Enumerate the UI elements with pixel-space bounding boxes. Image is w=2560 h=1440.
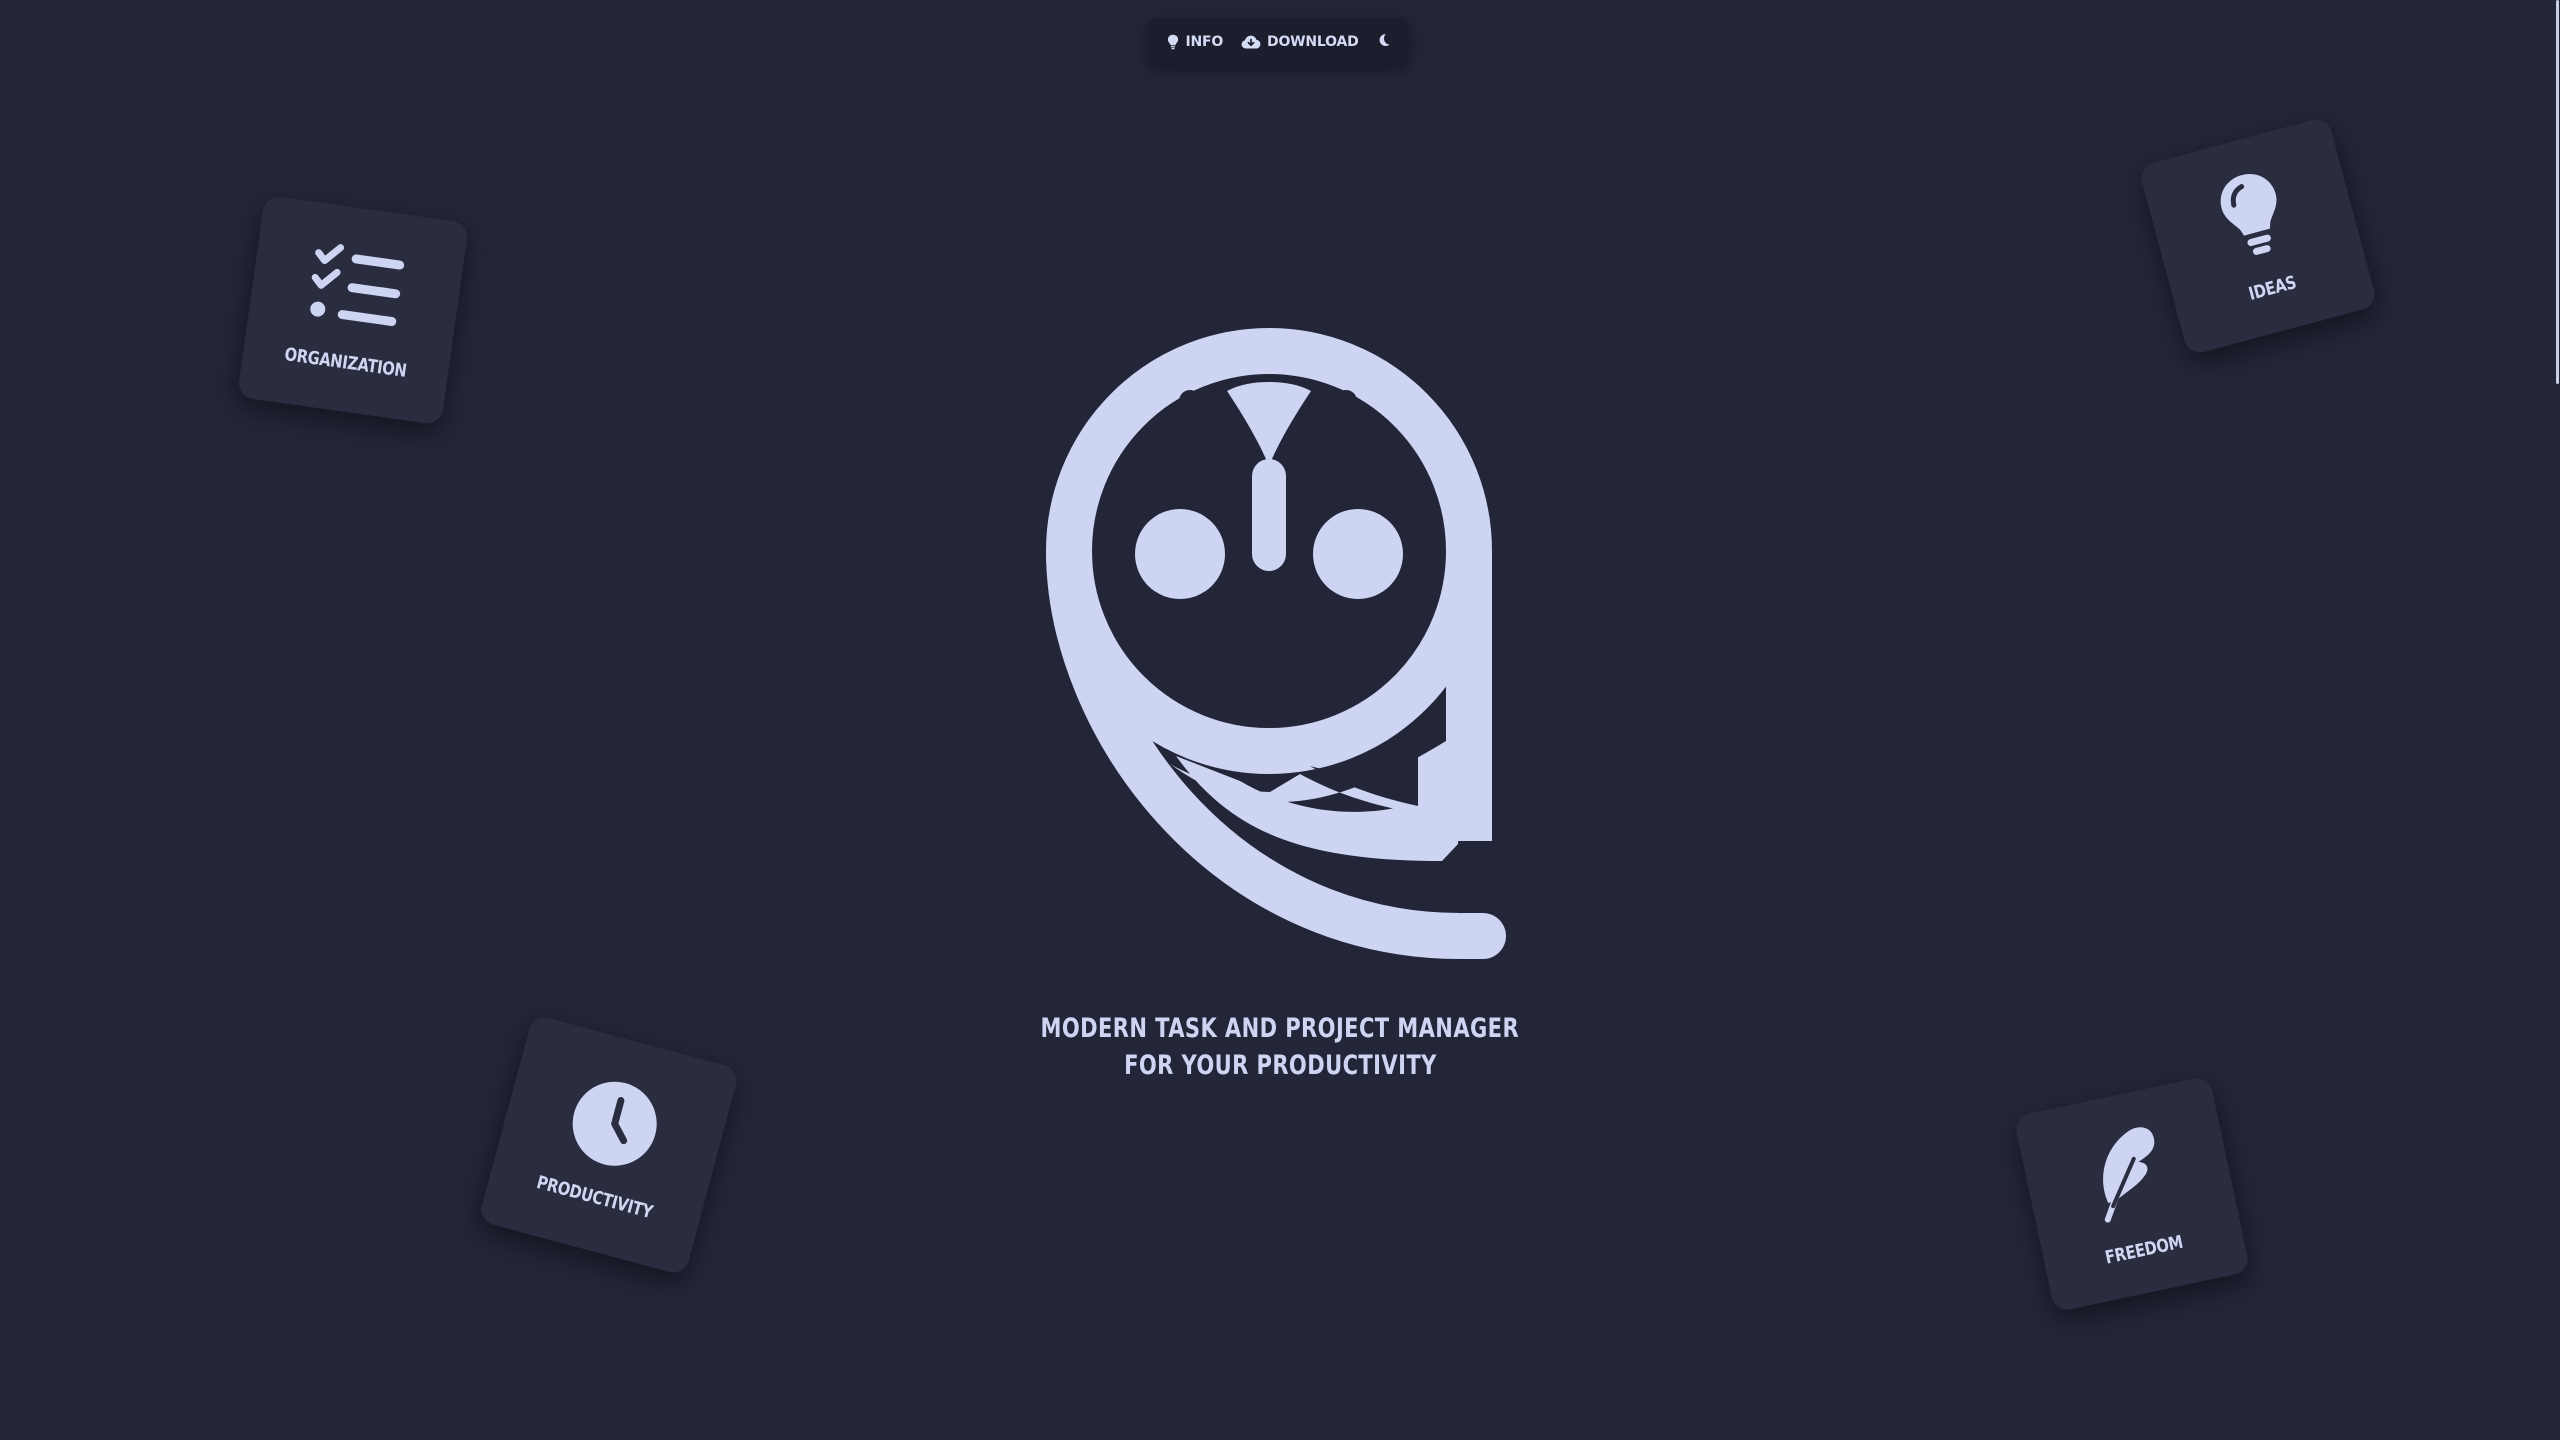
feature-card-freedom: FREEDOM: [2013, 1075, 2251, 1313]
feature-card-organization: ORGANIZATION: [236, 194, 470, 426]
checklist-icon: [302, 240, 409, 341]
info-label: INFO: [1185, 34, 1224, 50]
clock-icon: [561, 1071, 668, 1181]
top-navigation: INFO DOWNLOAD: [1148, 18, 1410, 66]
lightbulb-icon: [1167, 34, 1179, 50]
cloud-download-icon: [1241, 35, 1261, 49]
feature-label-ideas: IDEAS: [2246, 272, 2299, 306]
page-scrollbar[interactable]: [2554, 0, 2560, 1440]
tagline-line-1: MODERN TASK AND PROJECT MANAGER: [1040, 1013, 1520, 1044]
feature-label-productivity: PRODUCTIVITY: [534, 1172, 656, 1224]
feature-label-organization: ORGANIZATION: [283, 344, 408, 382]
moon-icon: [1377, 33, 1391, 52]
info-link[interactable]: INFO: [1167, 34, 1223, 50]
download-label: DOWNLOAD: [1267, 34, 1359, 50]
landing-page: INFO DOWNLOAD ORGANIZATION IDEAS PRODUCT…: [0, 0, 2560, 1440]
theme-toggle-button[interactable]: [1377, 33, 1391, 52]
owl-logo: [1040, 326, 1520, 966]
scrollbar-thumb[interactable]: [2556, 0, 2559, 384]
hero-tagline: MODERN TASK AND PROJECT MANAGER FOR YOUR…: [880, 1010, 1680, 1084]
download-link[interactable]: DOWNLOAD: [1241, 34, 1359, 50]
feather-icon: [2082, 1120, 2175, 1230]
tagline-line-2: FOR YOUR PRODUCTIVITY: [1123, 1050, 1437, 1081]
feature-card-ideas: IDEAS: [2137, 115, 2379, 357]
feature-card-productivity: PRODUCTIVITY: [477, 1013, 741, 1277]
feature-label-freedom: FREEDOM: [2103, 1231, 2185, 1269]
lightbulb-icon: [2211, 165, 2294, 269]
